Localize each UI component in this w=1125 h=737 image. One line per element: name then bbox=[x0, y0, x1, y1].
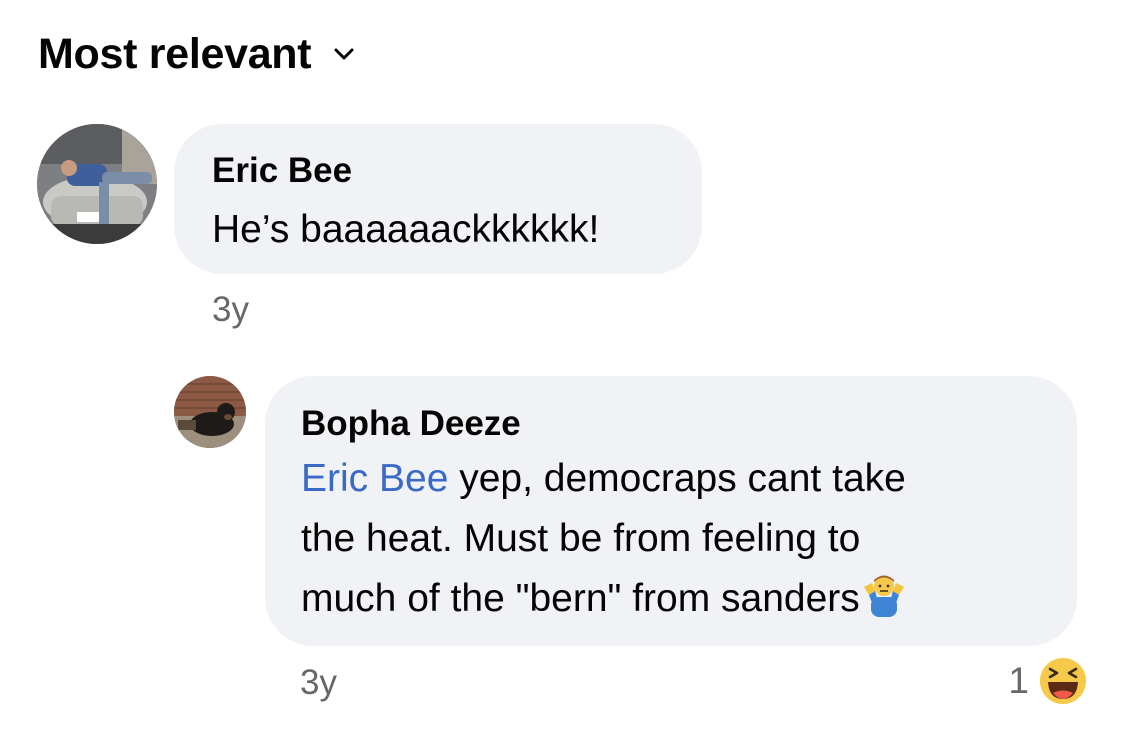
reaction-summary[interactable]: 1 bbox=[1008, 655, 1089, 707]
reply-bubble: Bopha Deeze Eric Bee yep, democraps cant… bbox=[265, 376, 1077, 646]
reply-text: Eric Bee yep, democraps cant take the he… bbox=[301, 449, 1041, 629]
man-shrugging-emoji bbox=[860, 573, 908, 617]
comment-bubble: Eric Bee He’s baaaaaackkkkkk! bbox=[174, 124, 702, 274]
reply-author-name[interactable]: Bopha Deeze bbox=[301, 403, 1041, 445]
reply-line-3: much of the "bern" from sanders bbox=[301, 569, 1041, 629]
reply-timestamp[interactable]: 3y bbox=[300, 663, 337, 703]
comment-timestamp[interactable]: 3y bbox=[212, 290, 249, 330]
comment-text: He’s baaaaaackkkkkk! bbox=[212, 208, 600, 251]
reaction-count: 1 bbox=[1008, 660, 1029, 701]
haha-reaction-icon bbox=[1037, 655, 1089, 707]
sort-label: Most relevant bbox=[38, 29, 312, 78]
chevron-down-icon bbox=[333, 43, 355, 65]
mention-link[interactable]: Eric Bee bbox=[301, 457, 448, 500]
reply-line-2: the heat. Must be from feeling to bbox=[301, 517, 861, 560]
reply-line-1-text: yep, democraps cant take bbox=[448, 457, 906, 500]
comment-author-name[interactable]: Eric Bee bbox=[212, 150, 664, 192]
reply-line-1: Eric Bee yep, democraps cant take bbox=[301, 449, 1041, 509]
sort-dropdown[interactable]: Most relevant bbox=[38, 26, 355, 82]
avatar-bopha-deeze[interactable] bbox=[174, 376, 246, 448]
avatar-eric-bee[interactable] bbox=[37, 124, 157, 244]
reply-line-3-text: much of the "bern" from sanders bbox=[301, 577, 860, 620]
